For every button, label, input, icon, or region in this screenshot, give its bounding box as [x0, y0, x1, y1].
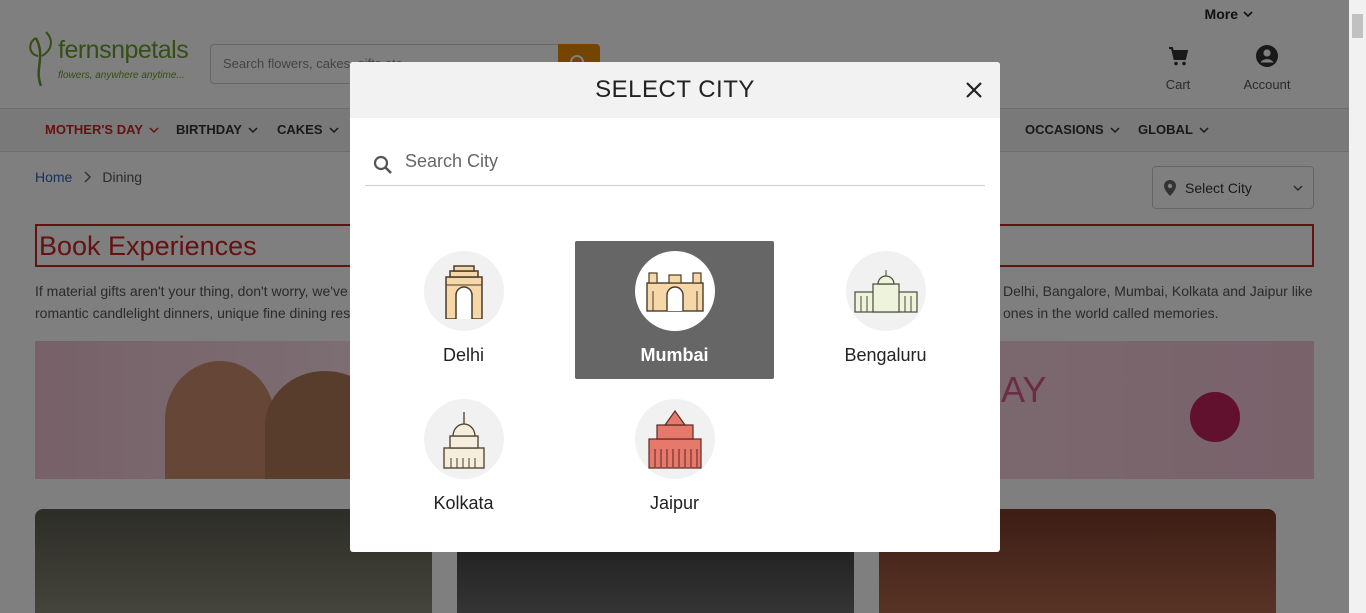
city-name: Jaipur — [649, 493, 700, 513]
city-name: Delhi — [442, 345, 485, 365]
page-scrollbar[interactable] — [1349, 0, 1366, 613]
search-icon — [373, 155, 392, 174]
city-option-jaipur[interactable]: Jaipur — [575, 389, 774, 527]
city-option-delhi[interactable]: Delhi — [364, 241, 563, 379]
city-icon-wrap — [845, 251, 926, 331]
city-search-field — [365, 138, 985, 186]
city-option-bengaluru[interactable]: Bengaluru — [786, 241, 985, 379]
modal-title: SELECT CITY — [595, 76, 755, 103]
city-icon-wrap — [423, 251, 504, 331]
city-icon-wrap — [423, 399, 504, 479]
modal-header: SELECT CITY — [350, 62, 1000, 118]
gateway-of-india-icon — [645, 272, 704, 312]
city-search-input[interactable] — [405, 151, 985, 172]
city-icon-wrap — [634, 251, 715, 331]
victoria-memorial-icon — [442, 412, 485, 469]
city-option-mumbai[interactable]: Mumbai — [575, 241, 774, 379]
close-icon[interactable] — [960, 76, 988, 104]
scrollbar-thumb[interactable] — [1352, 14, 1363, 38]
city-option-kolkata[interactable]: Kolkata — [364, 389, 563, 527]
hawa-mahal-icon — [647, 409, 702, 469]
select-city-modal: SELECT CITY Delhi — [350, 62, 1000, 552]
city-icon-wrap — [634, 399, 715, 479]
city-name: Mumbai — [640, 345, 709, 365]
city-name: Kolkata — [433, 493, 494, 513]
city-name: Bengaluru — [844, 345, 927, 365]
india-gate-icon — [444, 265, 483, 319]
vidhana-soudha-icon — [853, 270, 918, 313]
